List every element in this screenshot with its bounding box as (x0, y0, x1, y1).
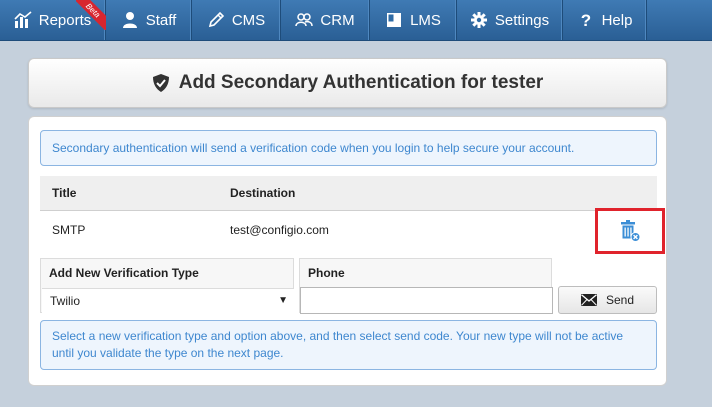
top-nav: Reports Beta Staff CMS CRM LMS Settings … (0, 0, 712, 41)
info-message: Secondary authentication will send a ver… (40, 130, 657, 166)
send-button[interactable]: Send (558, 286, 657, 314)
shield-check-icon (152, 73, 170, 93)
verification-type-group: Add New Verification Type Twilio ▼ (40, 258, 294, 313)
instruction-message: Select a new verification type and optio… (40, 320, 657, 370)
table-row: SMTP test@configio.com (40, 211, 657, 249)
nav-item-cms[interactable]: CMS (192, 0, 281, 40)
nav-label-crm: CRM (320, 11, 355, 29)
delete-auth-button[interactable] (619, 219, 641, 243)
question-icon: ? (577, 11, 595, 29)
pencil-icon (207, 11, 225, 29)
svg-text:?: ? (580, 11, 590, 29)
page-header: Add Secondary Authentication for tester (28, 58, 667, 108)
phone-label: Phone (308, 266, 345, 280)
nav-label-cms: CMS (231, 11, 266, 29)
row-destination: test@configio.com (230, 223, 329, 237)
users-icon (295, 11, 314, 29)
column-header-title: Title (52, 186, 77, 200)
nav-label-staff: Staff (145, 11, 177, 29)
auth-card: Secondary authentication will send a ver… (28, 116, 667, 386)
nav-label-settings: Settings (494, 11, 550, 29)
book-icon (385, 11, 403, 29)
verification-type-select[interactable]: Twilio ▼ (42, 288, 294, 313)
table-header: Title Destination (40, 176, 657, 211)
nav-item-staff[interactable]: Staff (106, 0, 192, 40)
nav-item-reports[interactable]: Reports Beta (0, 0, 106, 40)
nav-label-lms: LMS (410, 11, 441, 29)
envelope-icon (580, 294, 597, 306)
nav-item-lms[interactable]: LMS (370, 0, 457, 40)
nav-item-help[interactable]: ? Help (563, 0, 647, 40)
column-header-destination: Destination (230, 186, 296, 200)
bar-chart-icon (14, 11, 32, 29)
trash-icon (621, 220, 641, 242)
row-title: SMTP (52, 223, 86, 237)
nav-item-settings[interactable]: Settings (457, 0, 563, 40)
nav-item-crm[interactable]: CRM (281, 0, 370, 40)
page-title: Add Secondary Authentication for tester (178, 72, 544, 93)
send-label: Send (605, 293, 635, 307)
phone-input[interactable] (300, 287, 553, 314)
verification-type-value: Twilio (50, 294, 81, 308)
gear-icon (470, 11, 488, 29)
nav-label-help: Help (601, 11, 633, 29)
delete-highlight-box (595, 208, 665, 254)
verification-type-label: Add New Verification Type (49, 266, 199, 280)
user-icon (121, 11, 139, 29)
beta-badge: Beta (76, 0, 106, 30)
dropdown-arrow-icon: ▼ (278, 295, 288, 306)
phone-group: Phone (299, 258, 553, 314)
